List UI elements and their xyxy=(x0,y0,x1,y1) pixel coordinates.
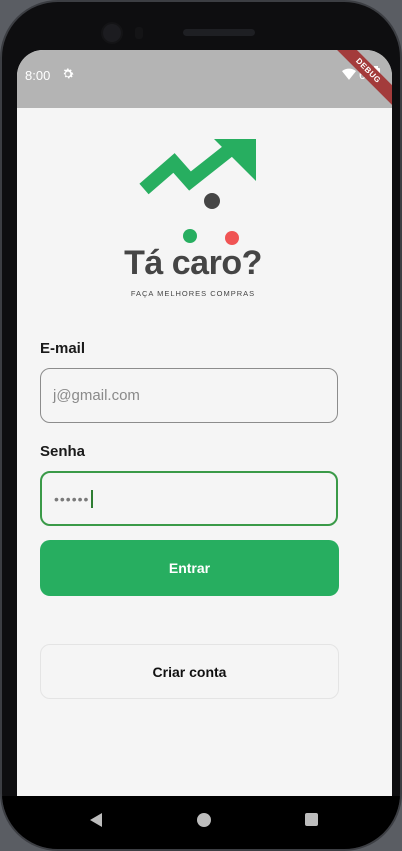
password-masked-text: •••••• xyxy=(54,490,90,507)
ta-caro-logo-icon xyxy=(139,139,256,245)
recents-icon[interactable] xyxy=(305,813,318,826)
email-label: E-mail xyxy=(40,340,86,357)
password-label: Senha xyxy=(40,443,86,460)
earpiece-speaker xyxy=(183,29,255,36)
login-button[interactable]: Entrar xyxy=(40,540,339,596)
email-field[interactable]: j@gmail.com xyxy=(40,368,338,423)
email-placeholder: j@gmail.com xyxy=(53,387,140,404)
navigation-bar xyxy=(2,796,400,849)
status-time: 8:00 xyxy=(25,68,51,83)
settings-gear-icon xyxy=(63,68,74,79)
brand-tagline: FAÇA MELHORES COMPRAS xyxy=(130,289,256,298)
password-value: •••••• xyxy=(54,473,94,524)
status-bar: 8:00 6 DEBUG xyxy=(17,50,392,112)
brand-name: Tá caro? xyxy=(124,244,262,282)
device-frame: 8:00 6 DEBUG Tá caro? FAÇA MELHORES COMP… xyxy=(0,0,402,851)
password-field[interactable]: •••••• xyxy=(40,471,338,526)
front-camera xyxy=(103,24,121,42)
create-account-button[interactable]: Criar conta xyxy=(40,644,339,699)
back-icon[interactable] xyxy=(88,812,104,828)
wifi-icon xyxy=(342,68,356,80)
text-cursor xyxy=(91,489,94,508)
home-icon[interactable] xyxy=(197,813,211,827)
sensor xyxy=(135,27,143,39)
